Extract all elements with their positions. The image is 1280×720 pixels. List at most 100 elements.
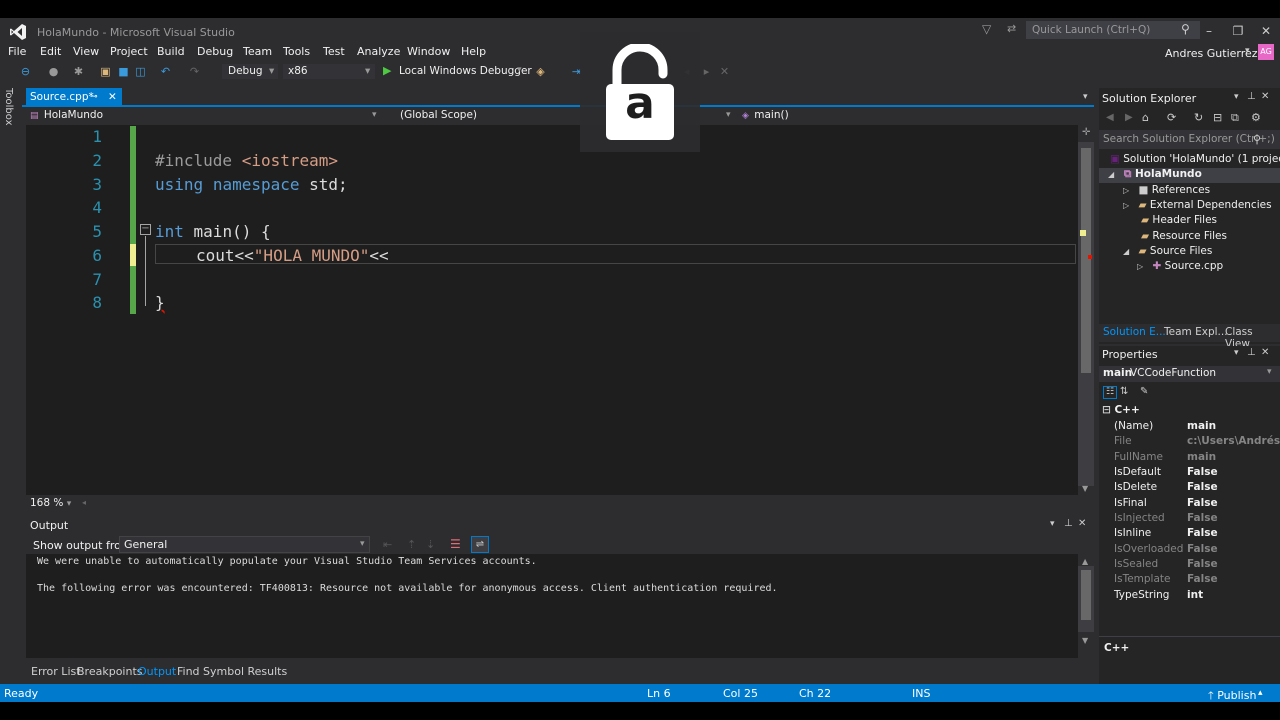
menu-help[interactable]: Help xyxy=(461,45,486,58)
tab-error-list[interactable]: Error List xyxy=(31,665,81,678)
save-icon[interactable]: ■ xyxy=(117,65,130,78)
output-vertical-scrollbar[interactable] xyxy=(1078,566,1094,632)
tab-list-chevron-icon[interactable]: ▾ xyxy=(1083,92,1088,102)
tab-source-cpp[interactable]: Source.cpp* ⊸ ✕ xyxy=(26,88,122,106)
save-all-icon[interactable]: ◫ xyxy=(134,65,147,78)
chevron-down-icon[interactable]: ▾ xyxy=(1050,519,1055,529)
forward-icon[interactable]: ● xyxy=(47,65,60,78)
tab-team-explorer[interactable]: Team Expl... xyxy=(1164,326,1228,338)
quick-launch-input[interactable]: Quick Launch (Ctrl+Q) xyxy=(1026,21,1200,39)
platform-select[interactable]: x86 ▾ xyxy=(283,64,375,79)
scrollbar-thumb[interactable] xyxy=(1081,148,1091,373)
menu-debug[interactable]: Debug xyxy=(197,45,233,58)
close-window-button[interactable]: ✕ xyxy=(1256,22,1276,40)
tab-solution-explorer[interactable]: Solution E... xyxy=(1103,326,1166,338)
menu-tools[interactable]: Tools xyxy=(283,45,310,58)
word-wrap-toggle-icon[interactable]: ⇌ xyxy=(471,536,489,553)
menu-window[interactable]: Window xyxy=(407,45,450,58)
property-value[interactable]: c:\Users\Andrés Gu xyxy=(1187,435,1280,447)
bookmark-next-icon[interactable]: ▸ xyxy=(700,65,713,78)
chevron-up-icon[interactable]: ▴ xyxy=(1258,688,1263,698)
properties-object-select[interactable]: main VCCodeFunction ▾ xyxy=(1099,366,1280,382)
collapse-all-icon[interactable]: ⊟ xyxy=(1213,111,1222,124)
close-icon[interactable]: ✕ xyxy=(108,88,117,106)
configuration-select[interactable]: Debug ▾ xyxy=(222,64,278,79)
menu-project[interactable]: Project xyxy=(110,45,148,58)
user-name[interactable]: Andres Gutierrez xyxy=(1165,47,1258,60)
search-icon[interactable]: ⚲ xyxy=(1253,133,1261,146)
property-value[interactable]: False xyxy=(1187,497,1218,509)
scroll-down-icon[interactable]: ▼ xyxy=(1082,484,1088,493)
show-all-files-icon[interactable]: ⧉ xyxy=(1231,111,1239,125)
close-icon[interactable]: ✕ xyxy=(1261,91,1269,102)
pin-icon[interactable]: ⊥ xyxy=(1064,518,1073,529)
new-project-icon[interactable]: ✱ xyxy=(72,65,85,78)
start-debug-icon[interactable]: ▶ xyxy=(383,64,391,77)
property-value[interactable]: False xyxy=(1187,573,1218,585)
menu-file[interactable]: File xyxy=(8,45,26,58)
editor-vertical-scrollbar[interactable] xyxy=(1078,142,1094,486)
restore-button[interactable]: ❐ xyxy=(1228,22,1248,40)
output-text-area[interactable] xyxy=(26,554,1078,658)
home-icon[interactable]: ⌂ xyxy=(1142,111,1149,124)
sync-icon[interactable]: ⟳ xyxy=(1167,111,1176,124)
zoom-level[interactable]: 168 % ▾ xyxy=(30,497,71,509)
property-value[interactable]: main xyxy=(1187,451,1216,463)
tab-breakpoints[interactable]: Breakpoints xyxy=(77,665,143,678)
scroll-left-icon[interactable]: ◂ xyxy=(82,498,86,507)
avatar[interactable]: AG xyxy=(1258,44,1274,60)
property-value[interactable]: False xyxy=(1187,481,1218,493)
prev-message-icon[interactable]: ⇡ xyxy=(407,538,416,551)
output-source-select[interactable]: General ▾ xyxy=(119,536,370,553)
clear-all-icon[interactable]: ☰ xyxy=(450,537,461,551)
tree-item-source-files[interactable]: ◢ ▰ Source Files xyxy=(1123,245,1212,257)
property-value[interactable]: False xyxy=(1187,543,1218,555)
member-combo[interactable]: ◈ main() xyxy=(742,108,1082,123)
tab-output[interactable]: Output xyxy=(138,665,176,678)
property-pages-icon[interactable]: ✎ xyxy=(1140,386,1148,397)
split-icon[interactable]: ✛ xyxy=(1082,127,1090,138)
minimize-button[interactable]: – xyxy=(1199,22,1219,40)
tree-item-source-cpp[interactable]: ▷ ✚ Source.cpp xyxy=(1137,260,1223,272)
refresh-icon[interactable]: ↻ xyxy=(1194,111,1203,124)
menu-build[interactable]: Build xyxy=(157,45,185,58)
start-debugger-button[interactable]: Local Windows Debugger xyxy=(399,64,532,79)
tree-item-header-files[interactable]: ▰ Header Files xyxy=(1141,214,1217,226)
find-message-icon[interactable]: ⇤ xyxy=(383,538,392,551)
menu-test[interactable]: Test xyxy=(323,45,345,58)
menu-team[interactable]: Team xyxy=(243,45,272,58)
chevron-down-icon[interactable]: ▾ xyxy=(517,65,522,75)
project-combo[interactable]: ▤ HolaMundo ▾ xyxy=(30,108,380,123)
property-category[interactable]: ⊟ C++ xyxy=(1102,404,1140,416)
menu-analyze[interactable]: Analyze xyxy=(357,45,400,58)
filter-icon[interactable]: ▽ xyxy=(982,22,991,36)
close-icon[interactable]: ✕ xyxy=(1078,518,1086,529)
tree-item-resource-files[interactable]: ▰ Resource Files xyxy=(1141,230,1227,242)
chevron-down-icon[interactable]: ▾ xyxy=(1234,92,1239,102)
tree-item-external-dependencies[interactable]: ▷ ▰ External Dependencies xyxy=(1123,199,1272,211)
back-icon[interactable]: ◀ xyxy=(1106,112,1114,123)
categorized-icon[interactable]: ☷ xyxy=(1103,386,1117,399)
browse-icon[interactable]: ◈ xyxy=(534,65,547,78)
chevron-down-icon[interactable]: ▾ xyxy=(1234,348,1239,358)
collapse-toggle[interactable]: − xyxy=(140,224,151,235)
property-value[interactable]: False xyxy=(1187,527,1218,539)
scroll-up-icon[interactable]: ▲ xyxy=(1082,557,1088,566)
search-icon[interactable]: ⚲ xyxy=(1181,22,1190,36)
pin-icon[interactable]: ⊸ xyxy=(90,88,98,106)
property-value[interactable]: main xyxy=(1187,420,1216,432)
property-value[interactable]: int xyxy=(1187,589,1203,601)
property-value[interactable]: False xyxy=(1187,558,1218,570)
tree-item-references[interactable]: ▷ ■ References xyxy=(1123,184,1210,196)
undo-icon[interactable]: ↶ xyxy=(159,65,172,78)
toolbox-tab[interactable]: Toolbox xyxy=(3,88,14,126)
next-message-icon[interactable]: ⇣ xyxy=(426,538,435,551)
chevron-down-icon[interactable]: ▾ xyxy=(1245,46,1250,56)
alphabetical-icon[interactable]: ⇅ xyxy=(1120,386,1128,397)
clear-bookmarks-icon[interactable]: ✕ xyxy=(718,65,731,78)
pin-icon[interactable]: ⊥ xyxy=(1247,91,1256,102)
scroll-down-icon[interactable]: ▼ xyxy=(1082,636,1088,645)
back-icon[interactable]: ⊖ xyxy=(19,65,32,78)
redo-icon[interactable]: ↷ xyxy=(188,65,201,78)
menu-edit[interactable]: Edit xyxy=(40,45,61,58)
